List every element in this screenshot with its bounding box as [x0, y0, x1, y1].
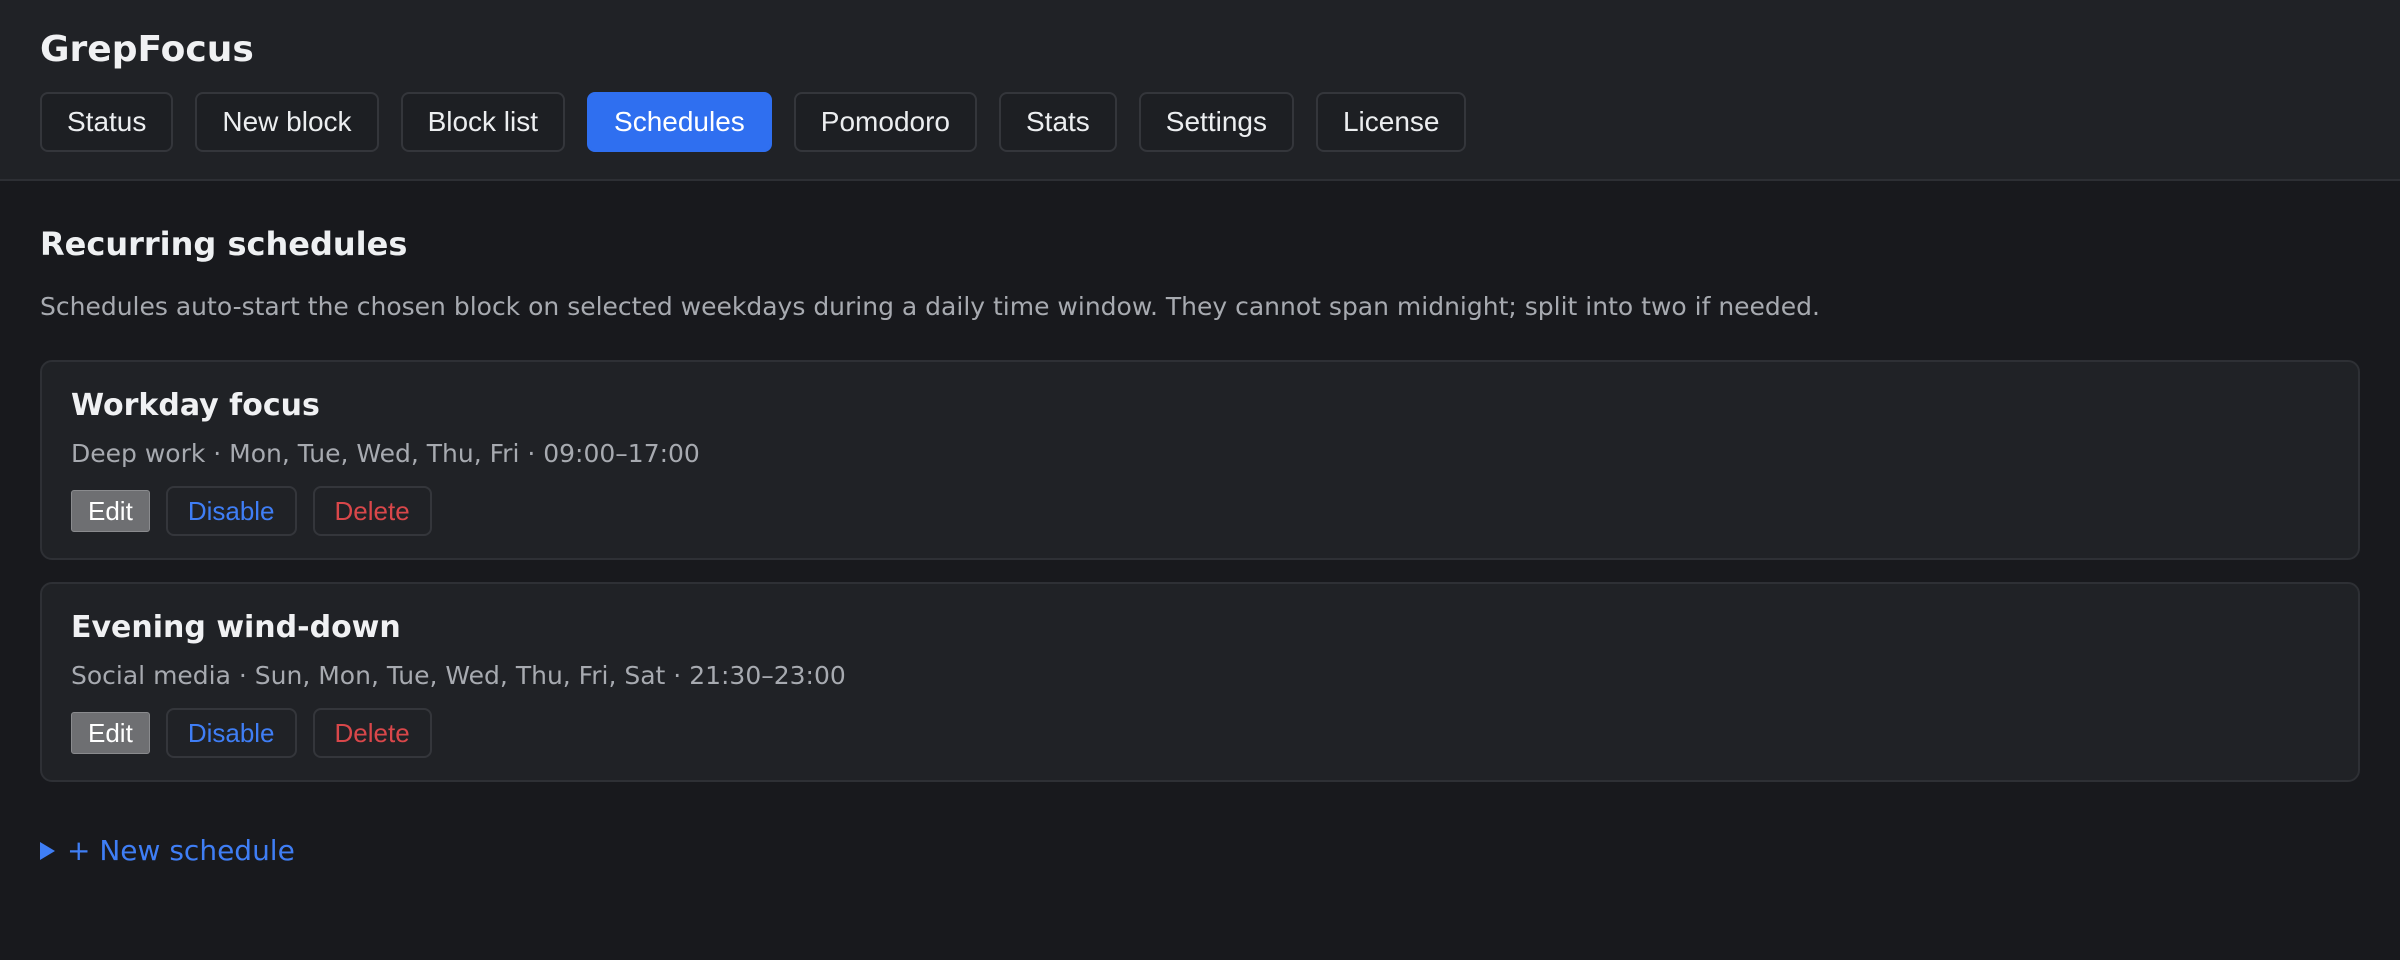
disable-button[interactable]: Disable — [165, 708, 297, 758]
disable-button[interactable]: Disable — [165, 486, 297, 536]
tab-new-block[interactable]: New block — [195, 92, 379, 152]
delete-button[interactable]: Delete — [312, 708, 432, 758]
app-title: GrepFocus — [40, 29, 254, 70]
tab-stats[interactable]: Stats — [998, 92, 1117, 152]
tab-block-list[interactable]: Block list — [400, 92, 566, 152]
delete-button[interactable]: Delete — [312, 486, 432, 536]
disclosure-triangle-icon — [40, 842, 55, 860]
schedule-details: Deep work · Mon, Tue, Wed, Thu, Fri · 09… — [71, 439, 700, 468]
new-schedule-toggle[interactable]: + New schedule — [40, 831, 295, 871]
edit-button[interactable]: Edit — [71, 490, 150, 532]
tab-bar: Status New block Block list Schedules Po… — [40, 92, 1467, 152]
schedule-card: Evening wind-down Social media · Sun, Mo… — [40, 582, 2360, 782]
schedule-actions: Edit Disable Delete — [71, 486, 432, 536]
page-description: Schedules auto-start the chosen block on… — [40, 292, 1820, 321]
schedule-name: Workday focus — [71, 388, 320, 423]
tab-settings[interactable]: Settings — [1138, 92, 1294, 152]
tab-status[interactable]: Status — [40, 92, 174, 152]
schedule-actions: Edit Disable Delete — [71, 708, 432, 758]
tab-pomodoro[interactable]: Pomodoro — [793, 92, 977, 152]
tab-schedules[interactable]: Schedules — [587, 92, 772, 152]
schedule-name: Evening wind-down — [71, 610, 401, 645]
app-header: GrepFocus Status New block Block list Sc… — [0, 0, 2400, 181]
schedule-card: Workday focus Deep work · Mon, Tue, Wed,… — [40, 360, 2360, 560]
tab-license[interactable]: License — [1315, 92, 1467, 152]
schedule-details: Social media · Sun, Mon, Tue, Wed, Thu, … — [71, 661, 846, 690]
edit-button[interactable]: Edit — [71, 712, 150, 754]
page-title: Recurring schedules — [40, 225, 408, 263]
new-schedule-label: + New schedule — [67, 834, 295, 867]
